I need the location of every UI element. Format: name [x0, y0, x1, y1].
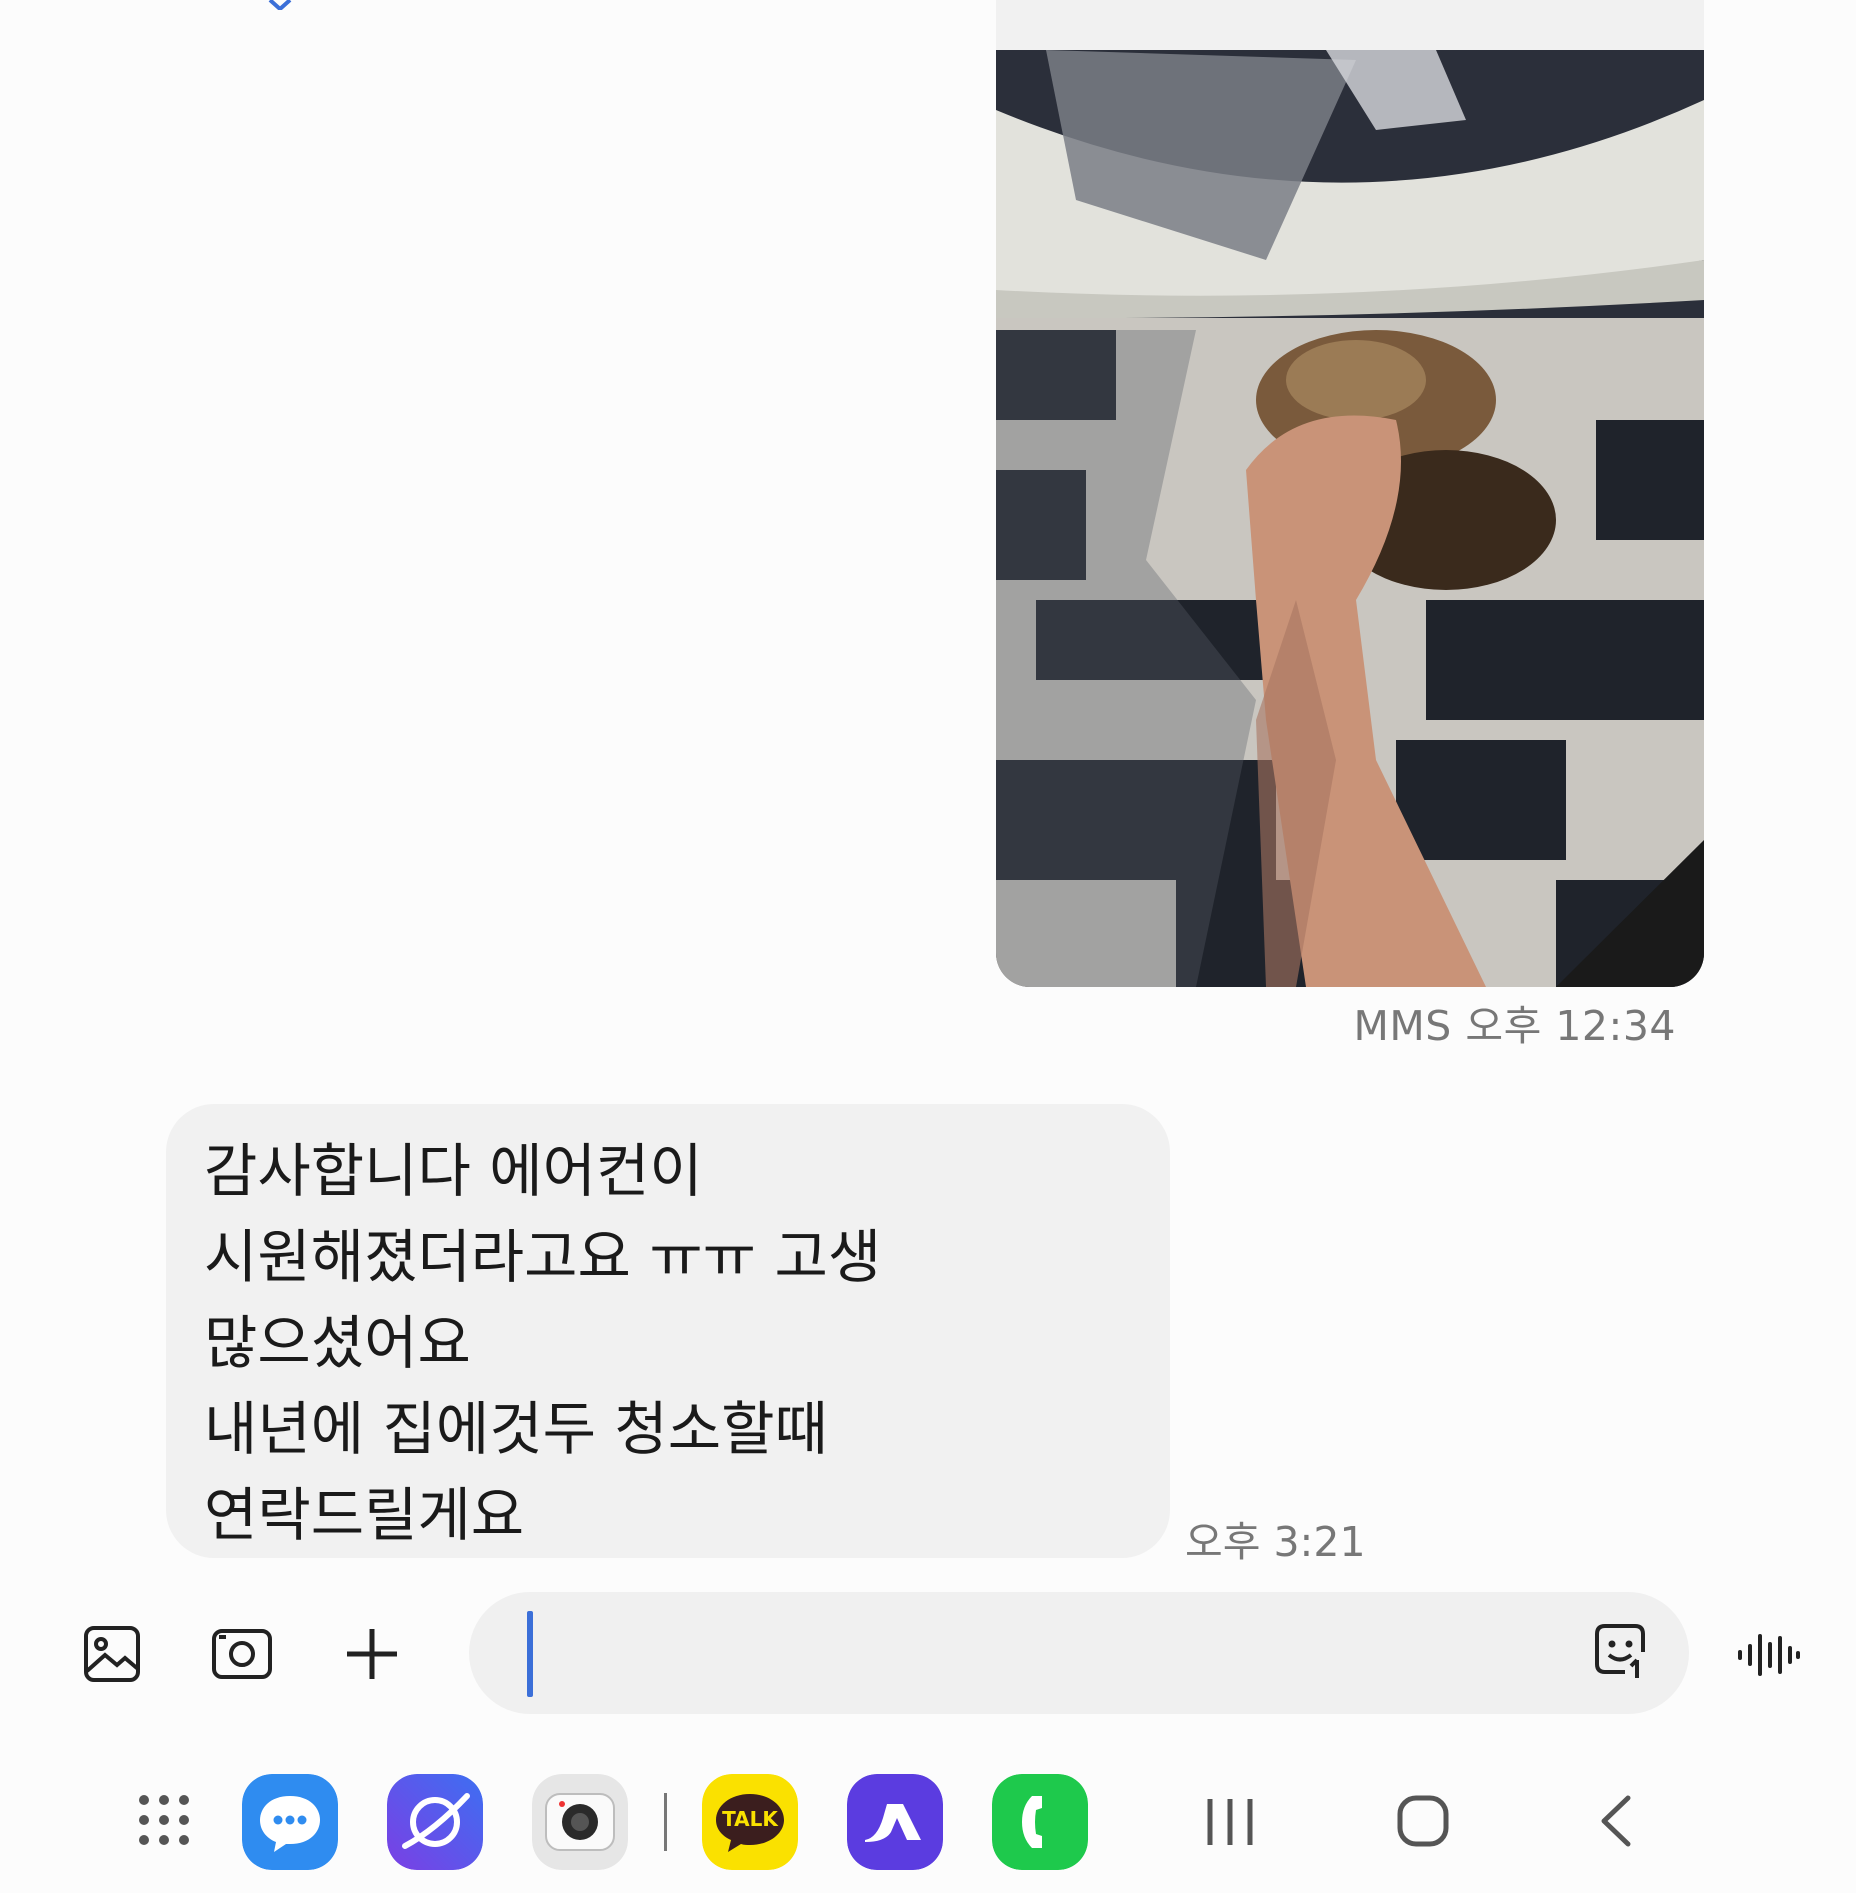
message-line: 시원해졌더라고요 ㅠㅠ 고생: [204, 1223, 882, 1291]
apps-grid-icon: [139, 1795, 189, 1845]
incoming-message-time: 오후 3:21: [1185, 1518, 1366, 1566]
phone-app-button[interactable]: [992, 1774, 1088, 1870]
gallery-button[interactable]: [82, 1624, 142, 1684]
app-icon-purple: [847, 1774, 943, 1870]
mms-type-label: MMS: [1353, 1002, 1452, 1050]
back-button[interactable]: [1598, 1795, 1632, 1851]
message-line: 내년에 집에것두 청소할때: [204, 1395, 828, 1463]
home-button[interactable]: [1397, 1795, 1449, 1851]
message-input[interactable]: [529, 1610, 1529, 1696]
reply-arrow-icon: [268, 0, 292, 10]
dock-divider: [664, 1793, 667, 1851]
voice-record-button[interactable]: [1736, 1630, 1800, 1680]
gallery-icon: [84, 1626, 140, 1682]
apps-grid-button[interactable]: [138, 1794, 190, 1850]
sticker-button[interactable]: [1593, 1622, 1651, 1684]
mms-photo-message[interactable]: [996, 0, 1704, 987]
recents-icon: [1207, 1799, 1253, 1845]
kakaotalk-label: TALK: [722, 1807, 778, 1831]
camera-button[interactable]: [210, 1624, 274, 1684]
message-input-container[interactable]: [469, 1592, 1689, 1714]
recents-button[interactable]: [1206, 1797, 1254, 1851]
purple-app-button[interactable]: [847, 1774, 943, 1870]
back-icon: [1601, 1795, 1631, 1847]
message-line: 감사합니다 에어컨이: [204, 1137, 703, 1205]
incoming-message-bubble[interactable]: 감사합니다 에어컨이 시원해졌더라고요 ㅠㅠ 고생 많으셨어요 내년에 집에것두…: [166, 1104, 1170, 1558]
mms-time: 오후 12:34: [1465, 1002, 1676, 1050]
mms-photo-image: [996, 0, 1704, 987]
text-caret: [527, 1611, 533, 1697]
plus-icon: [347, 1629, 397, 1679]
voice-icon: [1738, 1634, 1800, 1676]
attach-more-button[interactable]: [342, 1624, 402, 1684]
internet-app-button[interactable]: [387, 1774, 483, 1870]
message-line: 많으셨어요: [204, 1309, 471, 1377]
internet-app-icon: [387, 1774, 483, 1870]
mms-timestamp: MMS 오후 12:34: [1354, 992, 1676, 1052]
phone-app-icon: [992, 1774, 1088, 1870]
camera-app-icon: [532, 1774, 628, 1870]
messages-app-button[interactable]: [242, 1774, 338, 1870]
kakaotalk-app-button[interactable]: TALK: [702, 1774, 798, 1870]
sticker-icon: [1595, 1624, 1645, 1678]
home-icon: [1397, 1795, 1449, 1847]
camera-icon: [212, 1629, 272, 1679]
messages-app-icon: [242, 1774, 338, 1870]
camera-app-button[interactable]: [532, 1774, 628, 1870]
message-line: 연락드릴게요: [204, 1481, 525, 1549]
